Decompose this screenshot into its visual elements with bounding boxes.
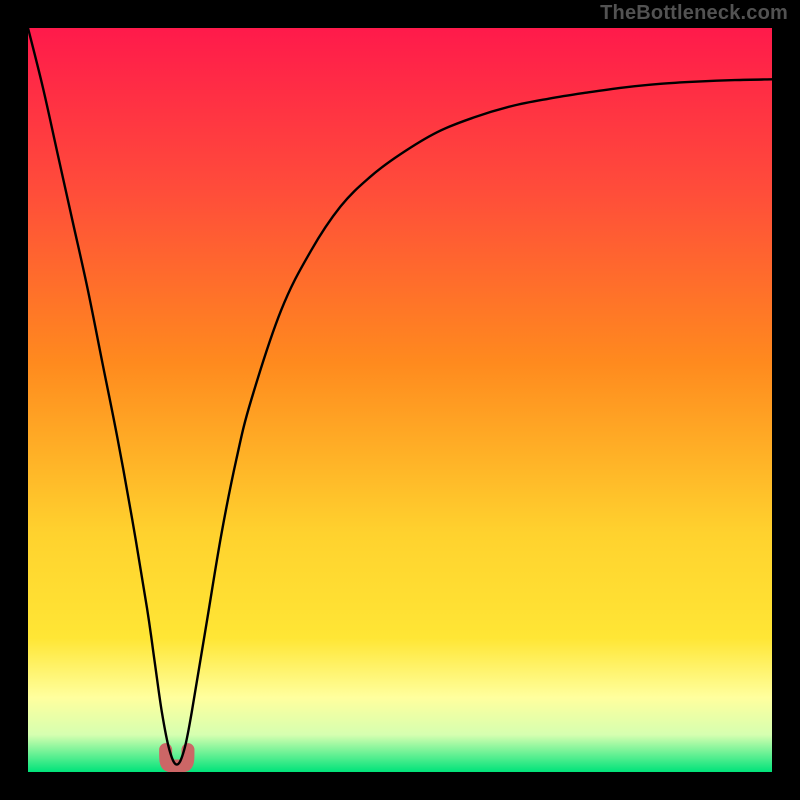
watermark-text: TheBottleneck.com <box>600 2 788 25</box>
curve-layer <box>28 28 772 772</box>
bottleneck-curve <box>28 28 772 765</box>
chart-frame: TheBottleneck.com <box>0 0 800 800</box>
plot-area <box>28 28 772 772</box>
